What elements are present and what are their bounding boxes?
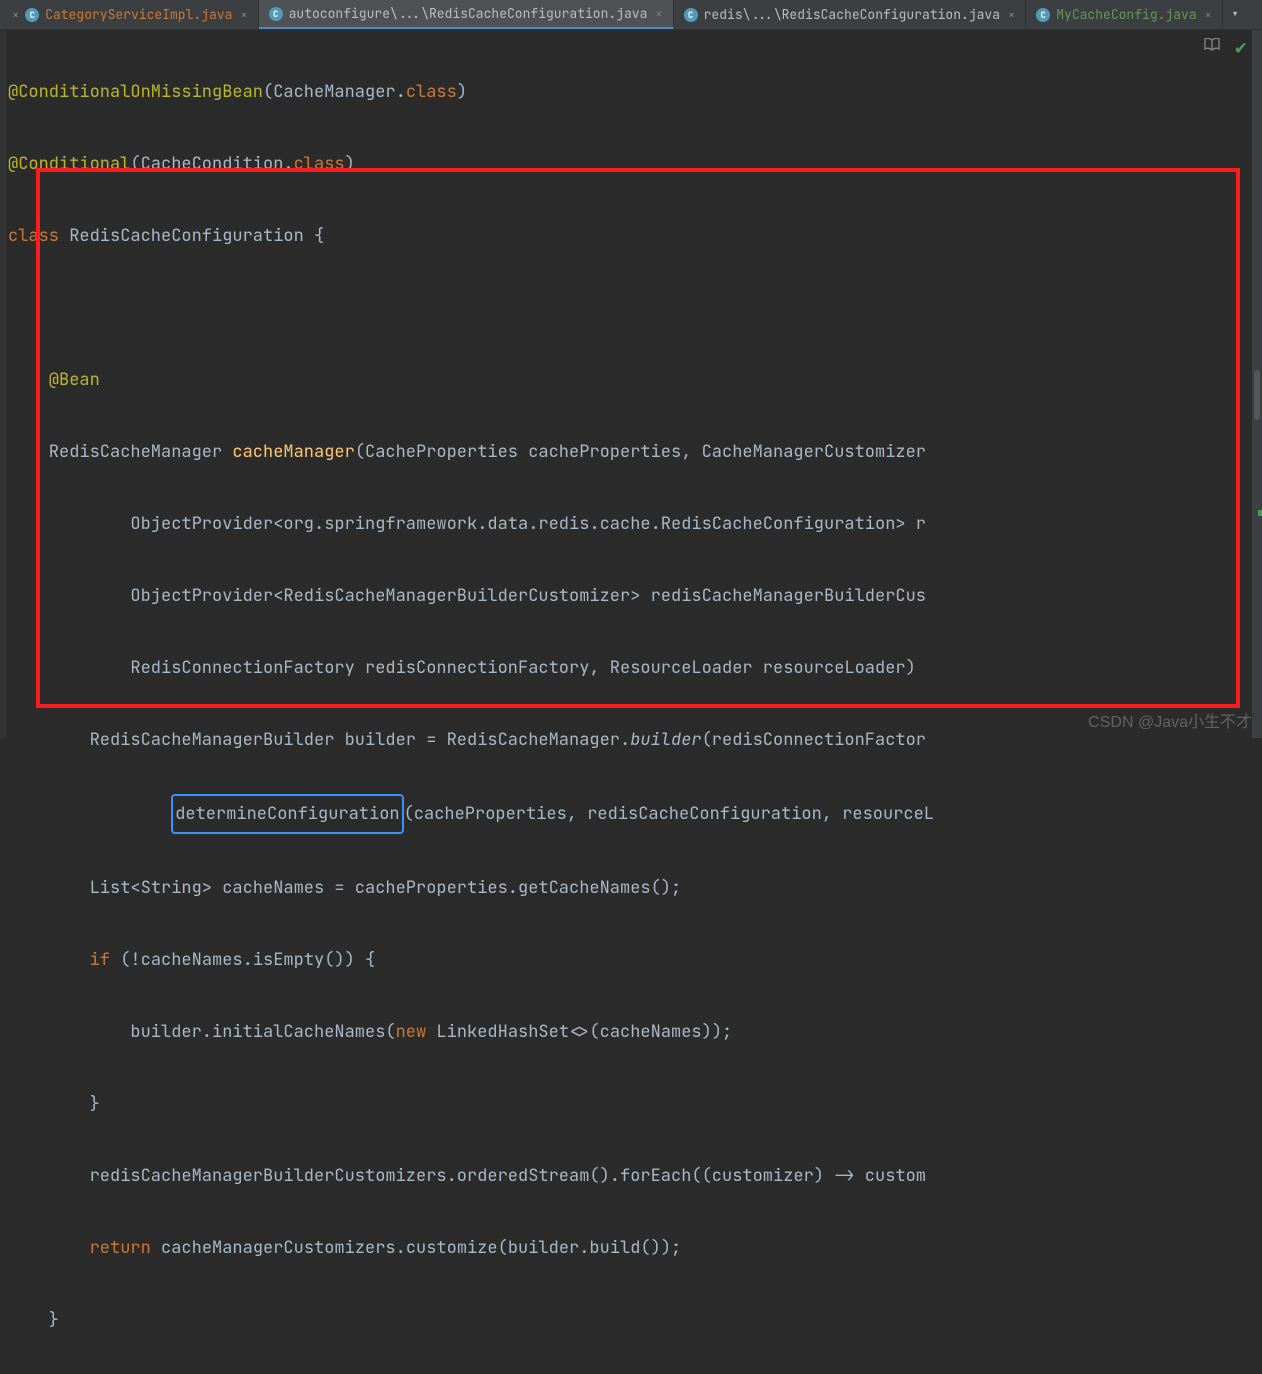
code-line: [8, 290, 1262, 326]
code-line: }: [8, 1086, 1262, 1122]
code-editor[interactable]: @ConditionalOnMissingBean(CacheManager.c…: [0, 30, 1262, 1374]
code-line: class RedisCacheConfiguration {: [8, 218, 1262, 254]
tab-label: autoconfigure\...\RedisCacheConfiguratio…: [289, 5, 648, 22]
tab-redis-cache-config[interactable]: C redis\...\RedisCacheConfiguration.java…: [674, 0, 1027, 29]
more-tabs-button[interactable]: ▾: [1223, 0, 1247, 29]
tab-my-cache-config[interactable]: C MyCacheConfig.java ×: [1026, 0, 1223, 29]
code-line: @ConditionalOnMissingBean(CacheManager.c…: [8, 74, 1262, 110]
code-line: ObjectProvider<RedisCacheManagerBuilderC…: [8, 578, 1262, 614]
error-stripe[interactable]: [1252, 30, 1262, 738]
code-line: if (!cacheNames.isEmpty()) {: [8, 942, 1262, 978]
java-class-icon: C: [25, 8, 39, 22]
code-line: @Conditional(CacheCondition.class): [8, 146, 1262, 182]
change-marker[interactable]: [1258, 510, 1262, 516]
code-line: RedisCacheManager cacheManager(CacheProp…: [8, 434, 1262, 470]
code-line: List<String> cacheNames = cachePropertie…: [8, 870, 1262, 906]
code-line: determineConfiguration(cacheProperties, …: [8, 794, 1262, 834]
java-class-icon: C: [684, 8, 698, 22]
close-icon[interactable]: ×: [240, 7, 247, 23]
tab-label: CategoryServiceImpl.java: [45, 6, 232, 23]
tab-label: MyCacheConfig.java: [1056, 6, 1196, 23]
code-line: return cacheManagerCustomizers.customize…: [8, 1230, 1262, 1266]
watermark: CSDN @Java小生不才: [1088, 708, 1252, 732]
close-icon[interactable]: ×: [655, 6, 662, 22]
code-line: builder.initialCacheNames(new LinkedHash…: [8, 1014, 1262, 1050]
tab-category-service[interactable]: × C CategoryServiceImpl.java ×: [0, 0, 259, 29]
scrollbar-thumb[interactable]: [1254, 370, 1260, 420]
code-line: @Bean: [8, 362, 1262, 398]
code-line: RedisCacheManagerBuilder builder = Redis…: [8, 722, 1262, 758]
code-line: }: [8, 1302, 1262, 1338]
java-class-icon: C: [269, 7, 283, 21]
close-icon[interactable]: ×: [1205, 7, 1212, 23]
tab-autoconfigure-redis[interactable]: C autoconfigure\...\RedisCacheConfigurat…: [259, 0, 674, 29]
tab-label: redis\...\RedisCacheConfiguration.java: [704, 6, 1000, 23]
code-line: redisCacheManagerBuilderCustomizers.orde…: [8, 1158, 1262, 1194]
code-line: ObjectProvider<org.springframework.data.…: [8, 506, 1262, 542]
close-icon[interactable]: ×: [1008, 7, 1015, 23]
tab-bar: × C CategoryServiceImpl.java × C autocon…: [0, 0, 1262, 30]
close-icon[interactable]: ×: [12, 7, 19, 23]
java-class-icon: C: [1036, 8, 1050, 22]
highlighted-method: determineConfiguration: [171, 794, 403, 834]
code-line: RedisConnectionFactory redisConnectionFa…: [8, 650, 1262, 686]
